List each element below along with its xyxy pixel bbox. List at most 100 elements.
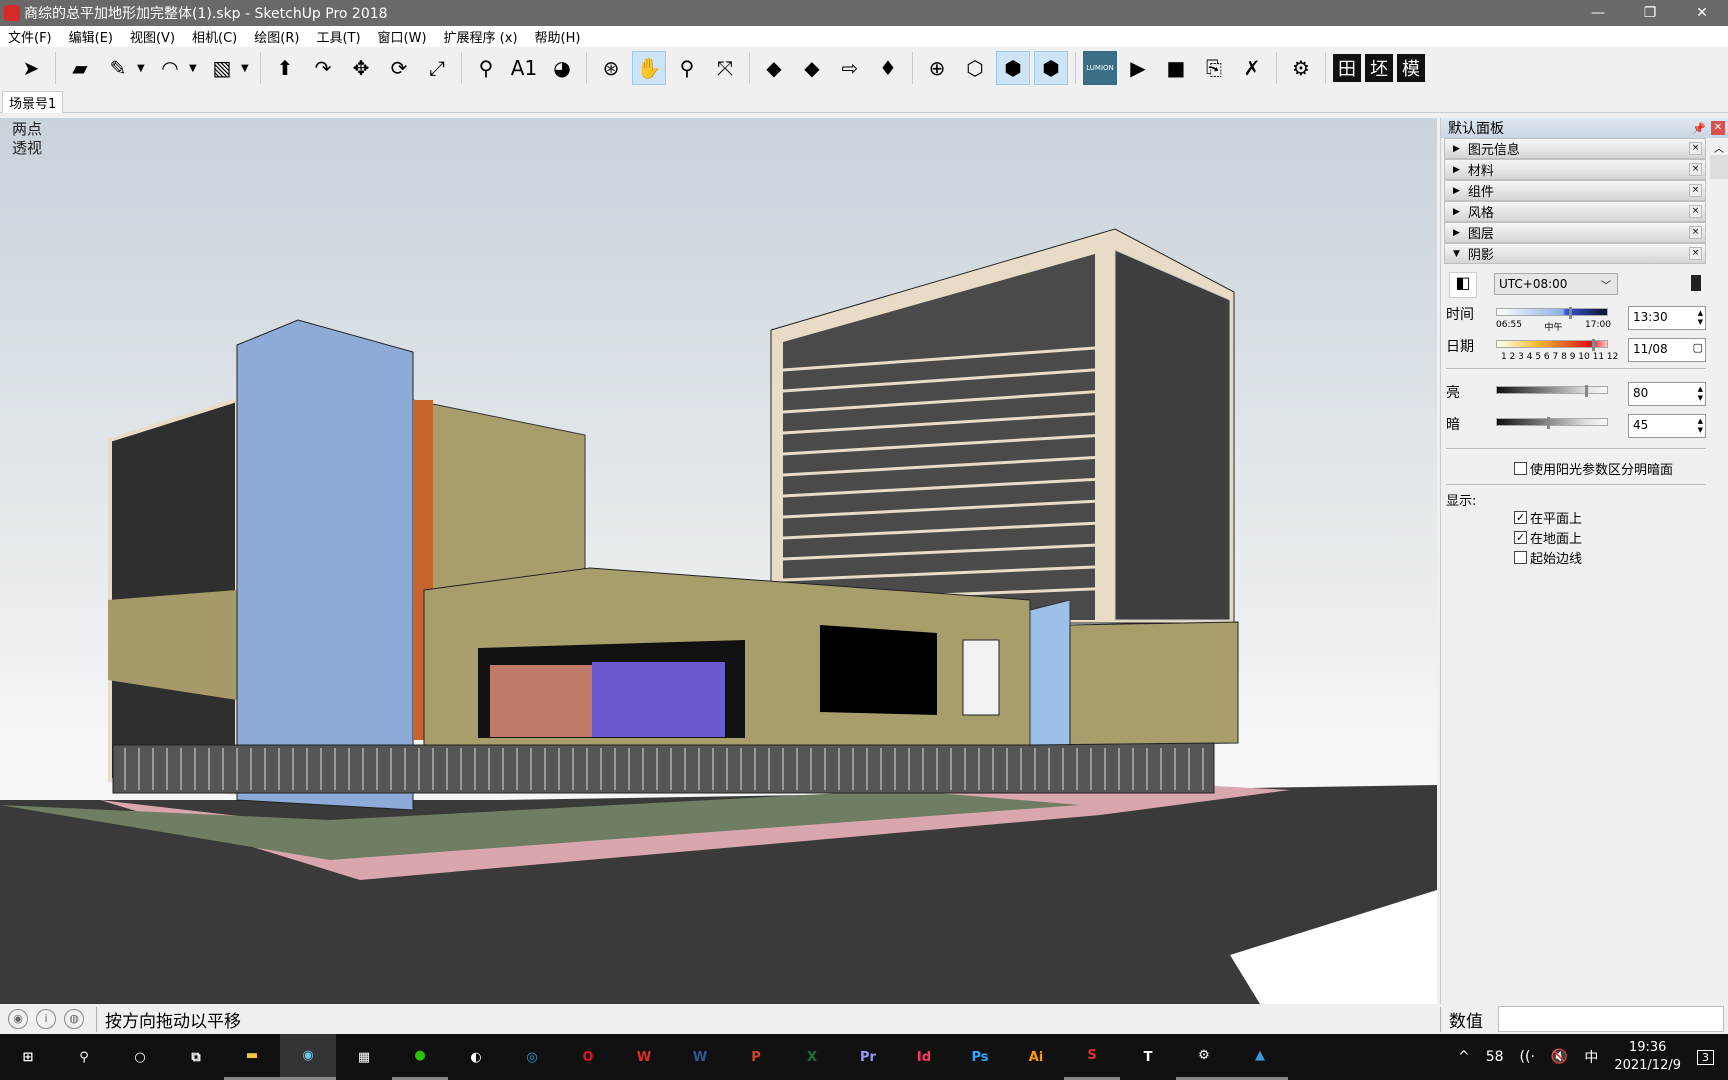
- minimize-button[interactable]: —: [1572, 5, 1624, 21]
- taskbar-opera[interactable]: O: [560, 1034, 616, 1080]
- timezone-select[interactable]: UTC+08:00 ﹀: [1494, 273, 1618, 295]
- taskbar-app-1[interactable]: ◉: [280, 1034, 336, 1080]
- taskbar-cortana[interactable]: ○: [112, 1034, 168, 1080]
- taskbar-qq[interactable]: ◐: [448, 1034, 504, 1080]
- model-viewport[interactable]: 两点 透视: [0, 118, 1437, 1004]
- light-input[interactable]: 80 ▲ ▼: [1628, 382, 1706, 406]
- close-section-icon[interactable]: ×: [1689, 205, 1702, 218]
- tray-section-3[interactable]: ▶ 风格 ×: [1444, 201, 1706, 222]
- taskbar-word[interactable]: W: [672, 1034, 728, 1080]
- paint-bucket-icon[interactable]: ◕: [545, 51, 579, 85]
- orbit-icon[interactable]: ⊛: [594, 51, 628, 85]
- spinner-icon[interactable]: ▲ ▼: [1698, 385, 1703, 403]
- stop-icon[interactable]: ■: [1159, 51, 1193, 85]
- pencil-icon[interactable]: ✎: [101, 51, 135, 85]
- lumion-icon[interactable]: LUMION: [1083, 51, 1117, 85]
- components-3d-icon[interactable]: ◆: [795, 51, 829, 85]
- follow-me-icon[interactable]: ↷: [306, 51, 340, 85]
- section-plane-icon[interactable]: ⬡: [958, 51, 992, 85]
- menu-camera[interactable]: 相机(C): [184, 27, 246, 46]
- taskbar-search[interactable]: ⚲: [56, 1034, 112, 1080]
- taskbar-premiere[interactable]: Pr: [840, 1034, 896, 1080]
- volume-icon[interactable]: 🔇: [1551, 1049, 1568, 1065]
- eraser-icon[interactable]: ▰: [63, 51, 97, 85]
- zoom-icon[interactable]: ⚲: [670, 51, 704, 85]
- tape-measure-icon[interactable]: ⚲: [469, 51, 503, 85]
- spinner-icon[interactable]: ▲ ▼: [1698, 309, 1703, 327]
- close-button[interactable]: ✕: [1676, 5, 1728, 21]
- dropdown-arrow-icon[interactable]: ▼: [241, 63, 255, 74]
- geolocation-icon[interactable]: ◉: [8, 1009, 28, 1029]
- taskbar-sketchup[interactable]: S: [1064, 1034, 1120, 1080]
- plugin-mo-icon[interactable]: 模: [1397, 54, 1425, 82]
- dark-input[interactable]: 45 ▲ ▼: [1628, 414, 1706, 438]
- plugin-pi-icon[interactable]: 坯: [1365, 54, 1393, 82]
- ruby-icon[interactable]: ♦: [871, 51, 905, 85]
- tray-overflow-icon[interactable]: ^: [1458, 1049, 1470, 1065]
- taskbar-start[interactable]: ⊞: [0, 1034, 56, 1080]
- tray-section-4[interactable]: ▶ 图层 ×: [1444, 222, 1706, 243]
- taskbar-edge[interactable]: ◎: [504, 1034, 560, 1080]
- network-icon[interactable]: ((·: [1520, 1049, 1535, 1065]
- taskbar-excel[interactable]: X: [784, 1034, 840, 1080]
- tray-section-0[interactable]: ▶ 图元信息 ×: [1444, 138, 1706, 159]
- position-camera-icon[interactable]: ⊕: [920, 51, 954, 85]
- rectangle-icon[interactable]: ▧: [205, 51, 239, 85]
- taskbar-task-view[interactable]: ⧉: [168, 1034, 224, 1080]
- camera-delete-icon[interactable]: ✗: [1235, 51, 1269, 85]
- taskbar-powerpoint[interactable]: P: [728, 1034, 784, 1080]
- taskbar-indesign[interactable]: Id: [896, 1034, 952, 1080]
- dropdown-arrow-icon[interactable]: ▼: [189, 63, 203, 74]
- pan-icon[interactable]: ✋: [632, 51, 666, 85]
- tray-section-2[interactable]: ▶ 组件 ×: [1444, 180, 1706, 201]
- spinner-icon[interactable]: ▲ ▼: [1698, 417, 1703, 435]
- taskbar-file-explorer[interactable]: ▬: [224, 1034, 280, 1080]
- plugin-grid-icon[interactable]: 田: [1333, 54, 1361, 82]
- taskbar-illustrator[interactable]: Ai: [1008, 1034, 1064, 1080]
- taskbar-store[interactable]: ▦: [336, 1034, 392, 1080]
- taskbar-photoshop[interactable]: Ps: [952, 1034, 1008, 1080]
- date-input[interactable]: 11/08 ▢: [1628, 338, 1706, 362]
- taskbar-settings[interactable]: ⚙: [1176, 1034, 1232, 1080]
- select-icon[interactable]: ➤: [14, 51, 48, 85]
- user-icon[interactable]: ◍: [64, 1009, 84, 1029]
- maximize-button[interactable]: ❐: [1624, 5, 1676, 21]
- date-slider[interactable]: [1496, 339, 1608, 351]
- push-pull-icon[interactable]: ⬆: [268, 51, 302, 85]
- tray-section-1[interactable]: ▶ 材料 ×: [1444, 159, 1706, 180]
- menu-file[interactable]: 文件(F): [0, 27, 61, 46]
- warehouse-icon[interactable]: ◆: [757, 51, 791, 85]
- on-ground-checkbox[interactable]: ✓ 在地面上: [1514, 528, 1582, 547]
- camera-link-icon[interactable]: ⎘: [1197, 51, 1231, 85]
- clock[interactable]: 19:36 2021/12/9: [1614, 1039, 1681, 1075]
- taskbar-wps[interactable]: W: [616, 1034, 672, 1080]
- use-sun-checkbox[interactable]: 使用阳光参数区分明暗面: [1514, 459, 1673, 478]
- taskbar-tool-t[interactable]: T: [1120, 1034, 1176, 1080]
- info-icon[interactable]: i: [36, 1009, 56, 1029]
- time-slider[interactable]: [1496, 307, 1608, 319]
- menu-extensions[interactable]: 扩展程序 (x): [436, 27, 527, 46]
- close-section-icon[interactable]: ×: [1689, 142, 1702, 155]
- scene-tab-1[interactable]: 场景号1: [2, 91, 64, 113]
- ime-indicator[interactable]: 中: [1584, 1047, 1598, 1067]
- menu-window[interactable]: 窗口(W): [370, 27, 436, 46]
- tray-section-5[interactable]: ▼ 阴影 ×: [1444, 243, 1706, 264]
- light-slider[interactable]: [1496, 385, 1608, 397]
- calendar-icon[interactable]: ▢: [1693, 342, 1703, 353]
- time-input[interactable]: 13:30 ▲ ▼: [1628, 306, 1706, 330]
- tray-close-button[interactable]: ✕: [1711, 121, 1725, 135]
- display-section-planes-icon[interactable]: ⬢: [996, 51, 1030, 85]
- menu-help[interactable]: 帮助(H): [527, 27, 590, 46]
- on-faces-checkbox[interactable]: ✓ 在平面上: [1514, 508, 1582, 527]
- temperature[interactable]: 58: [1486, 1049, 1504, 1065]
- taskbar-photos[interactable]: ▲: [1232, 1034, 1288, 1080]
- menu-view[interactable]: 视图(V): [122, 27, 184, 46]
- arc-icon[interactable]: ◠: [153, 51, 187, 85]
- dropdown-arrow-icon[interactable]: ▼: [137, 63, 151, 74]
- rotate-icon[interactable]: ⟳: [382, 51, 416, 85]
- close-section-icon[interactable]: ×: [1689, 163, 1702, 176]
- move-icon[interactable]: ✥: [344, 51, 378, 85]
- play-icon[interactable]: ▶: [1121, 51, 1155, 85]
- taskbar-wechat[interactable]: ●: [392, 1034, 448, 1080]
- menu-edit[interactable]: 编辑(E): [61, 27, 122, 46]
